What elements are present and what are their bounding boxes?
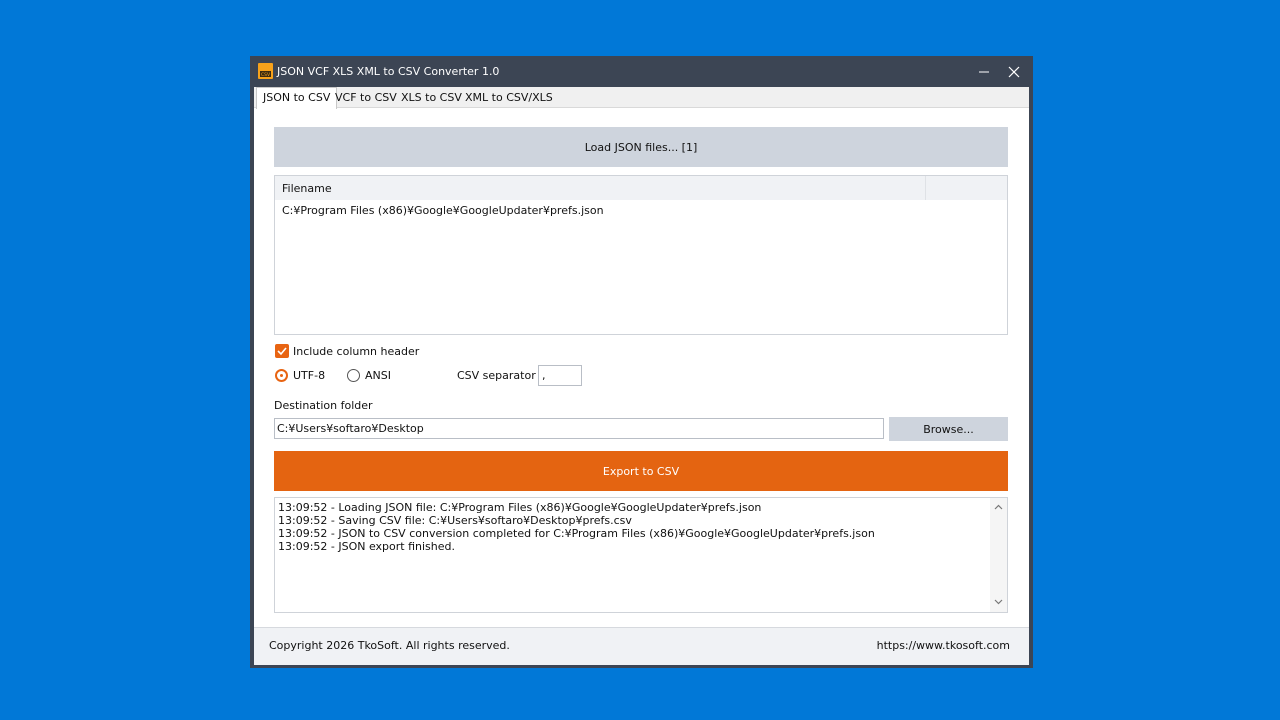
client-area: JSON to CSV VCF to CSV XLS to CSV XML to… bbox=[254, 87, 1029, 665]
column-divider[interactable] bbox=[925, 176, 926, 200]
ansi-label[interactable]: ANSI bbox=[365, 369, 391, 382]
csv-separator-label: CSV separator bbox=[457, 369, 536, 382]
close-icon bbox=[1008, 66, 1020, 77]
tab-xml-to-csv-xls[interactable]: XML to CSV/XLS bbox=[459, 89, 559, 107]
close-button[interactable] bbox=[999, 56, 1029, 87]
load-json-button[interactable]: Load JSON files... [1] bbox=[274, 127, 1008, 167]
destination-folder-label: Destination folder bbox=[274, 399, 373, 412]
log-line: 13:09:52 - JSON export finished. bbox=[278, 540, 456, 553]
scroll-up-icon[interactable] bbox=[993, 502, 1004, 513]
export-to-csv-button[interactable]: Export to CSV bbox=[274, 451, 1008, 491]
log-line: 13:09:52 - Loading JSON file: C:¥Program… bbox=[278, 501, 762, 514]
ansi-radio[interactable] bbox=[347, 369, 360, 382]
website-link[interactable]: https://www.tkosoft.com bbox=[877, 639, 1010, 652]
destination-folder-input[interactable]: C:¥Users¥softaro¥Desktop bbox=[274, 418, 884, 439]
column-header-filename[interactable]: Filename bbox=[282, 182, 332, 195]
log-output[interactable]: 13:09:52 - Loading JSON file: C:¥Program… bbox=[274, 497, 1008, 613]
csv-separator-input[interactable]: , bbox=[538, 365, 582, 386]
scroll-down-icon[interactable] bbox=[993, 596, 1004, 607]
list-header: Filename bbox=[275, 176, 1007, 200]
include-header-checkbox[interactable] bbox=[275, 344, 289, 358]
minimize-icon bbox=[979, 71, 989, 72]
file-list[interactable]: Filename C:¥Program Files (x86)¥Google¥G… bbox=[274, 175, 1008, 335]
tab-bar: JSON to CSV VCF to CSV XLS to CSV XML to… bbox=[254, 87, 1029, 109]
list-item[interactable]: C:¥Program Files (x86)¥Google¥GoogleUpda… bbox=[282, 204, 604, 217]
copyright-text: Copyright 2026 TkoSoft. All rights reser… bbox=[269, 639, 510, 652]
log-scrollbar[interactable] bbox=[990, 498, 1007, 612]
include-header-label[interactable]: Include column header bbox=[293, 345, 419, 358]
browse-button[interactable]: Browse... bbox=[889, 417, 1008, 441]
app-icon: CSV bbox=[258, 63, 273, 79]
minimize-button[interactable] bbox=[969, 56, 999, 87]
utf8-radio[interactable] bbox=[275, 369, 288, 382]
checkmark-icon bbox=[277, 347, 287, 356]
utf8-label[interactable]: UTF-8 bbox=[293, 369, 325, 382]
window-title: JSON VCF XLS XML to CSV Converter 1.0 bbox=[277, 65, 500, 78]
footer: Copyright 2026 TkoSoft. All rights reser… bbox=[254, 627, 1029, 665]
tab-json-to-csv[interactable]: JSON to CSV bbox=[256, 87, 338, 109]
log-line: 13:09:52 - Saving CSV file: C:¥Users¥sof… bbox=[278, 514, 632, 527]
tab-xls-to-csv[interactable]: XLS to CSV bbox=[395, 89, 468, 107]
tab-vcf-to-csv[interactable]: VCF to CSV bbox=[329, 89, 403, 107]
svg-text:CSV: CSV bbox=[261, 72, 271, 78]
title-bar[interactable]: CSV JSON VCF XLS XML to CSV Converter 1.… bbox=[250, 56, 1033, 87]
app-window: CSV JSON VCF XLS XML to CSV Converter 1.… bbox=[250, 56, 1033, 668]
log-line: 13:09:52 - JSON to CSV conversion comple… bbox=[278, 527, 875, 540]
